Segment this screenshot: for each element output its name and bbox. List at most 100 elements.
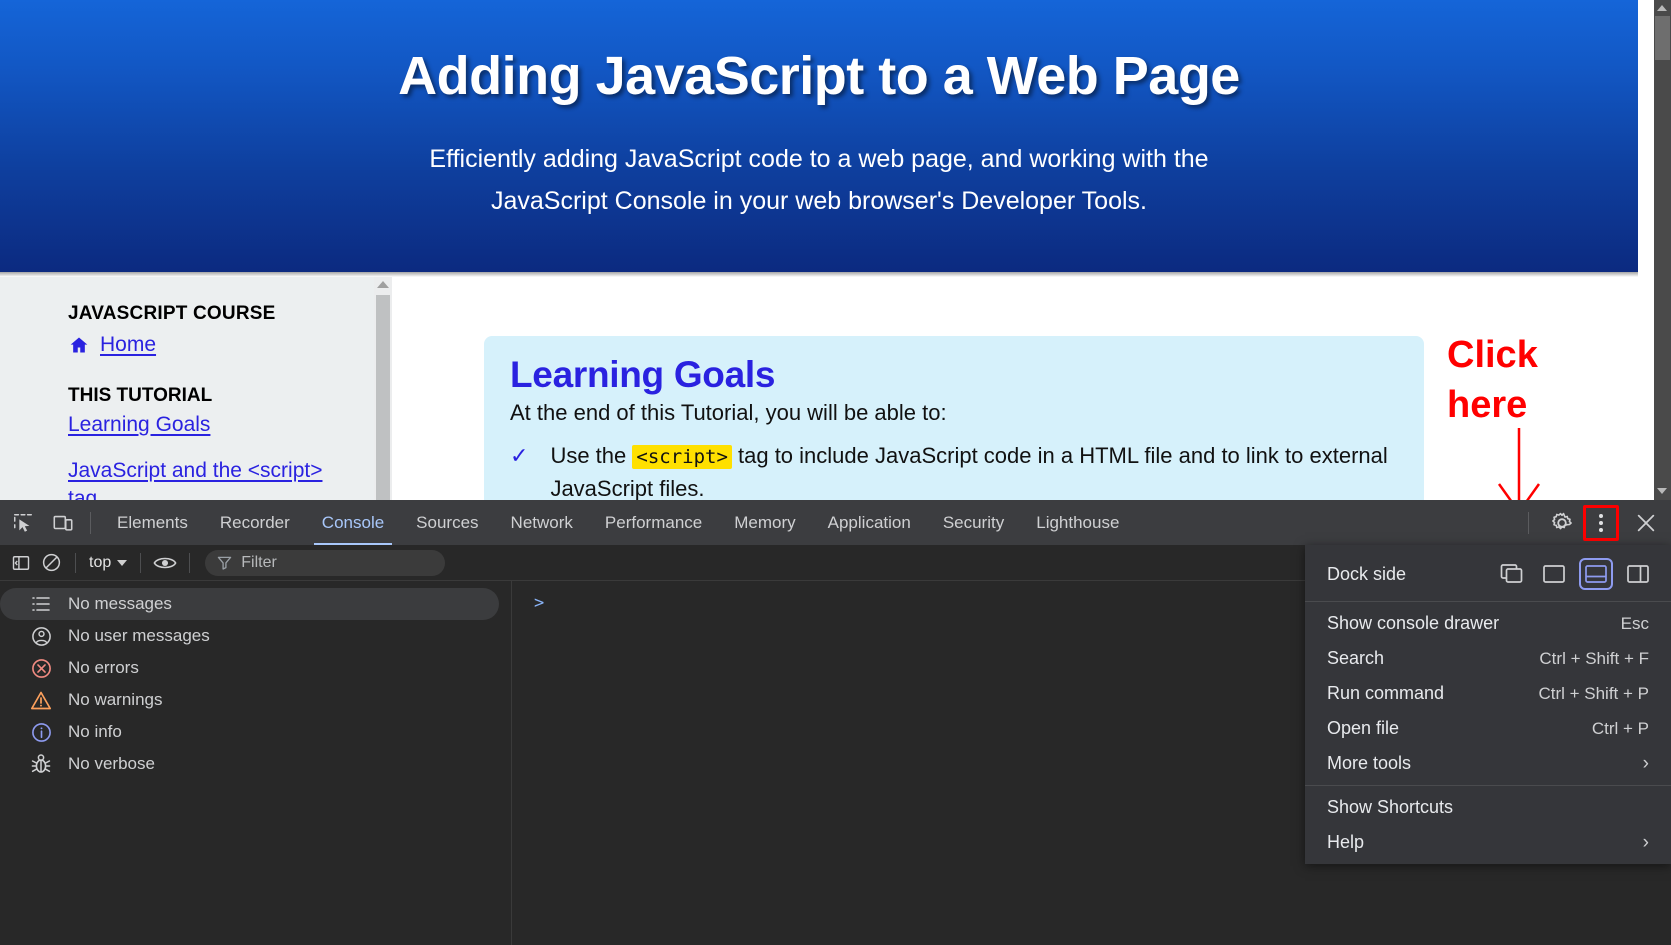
close-devtools-icon[interactable] <box>1629 508 1663 538</box>
console-sidebar-toggle-icon[interactable] <box>6 549 36 577</box>
menu-item-help[interactable]: Help › <box>1305 825 1671 860</box>
console-filter-no-info[interactable]: No info <box>0 716 499 748</box>
live-expression-eye-icon[interactable] <box>150 549 180 577</box>
console-filter-no-verbose[interactable]: No verbose <box>0 748 499 780</box>
console-filter-no-messages[interactable]: No messages <box>0 588 499 620</box>
goal-text-before: Use the <box>550 443 633 468</box>
sidebar-tutorial-heading: THIS TUTORIAL <box>68 385 213 406</box>
console-filter-label: No verbose <box>68 754 155 773</box>
dock-side-label: Dock side <box>1327 563 1407 584</box>
more-options-icon[interactable] <box>1586 508 1616 538</box>
learning-goals-title: Learning Goals <box>510 354 776 395</box>
menu-item-shortcut: Ctrl + Shift + P <box>1538 683 1649 703</box>
menu-item-label: Show Shortcuts <box>1327 797 1454 817</box>
page-subtitle-line-2: JavaScript Console in your web browser's… <box>490 187 1147 215</box>
console-toolbar-divider <box>189 552 191 573</box>
tab-security[interactable]: Security <box>927 500 1020 545</box>
menu-item-more-tools[interactable]: More tools › <box>1305 746 1671 781</box>
tab-label: Console <box>321 512 385 532</box>
menu-item-shortcut: Ctrl + P <box>1591 718 1649 738</box>
devtools-more-options-menu: Dock side Show console drawer Esc Search… <box>1305 545 1671 864</box>
tab-label: Recorder <box>219 512 290 532</box>
filter-placeholder-text: Filter <box>241 553 277 571</box>
warning-triangle-icon <box>30 689 52 711</box>
sidebar-home-label: Home <box>100 333 157 356</box>
sidebar-link-label: Learning Goals <box>68 413 211 436</box>
tab-console[interactable]: Console <box>306 500 400 545</box>
menu-item-show-shortcuts[interactable]: Show Shortcuts <box>1305 790 1671 825</box>
info-circle-icon <box>30 721 52 743</box>
chevron-right-icon: › <box>1642 831 1649 853</box>
tab-sources[interactable]: Sources <box>400 500 494 545</box>
dock-to-right-icon[interactable] <box>1623 560 1653 588</box>
scroll-up-arrow-icon[interactable] <box>377 281 389 288</box>
menu-item-show-console-drawer[interactable]: Show console drawer Esc <box>1305 606 1671 641</box>
actions-divider <box>1528 511 1529 534</box>
dock-side-options <box>1497 558 1653 590</box>
settings-gear-icon[interactable] <box>1545 508 1579 538</box>
tab-memory[interactable]: Memory <box>718 500 811 545</box>
screenshot-root: Adding JavaScript to a Web Page Efficien… <box>0 0 1671 945</box>
annotation-line-1: Click <box>1447 334 1538 376</box>
tab-application[interactable]: Application <box>812 500 927 545</box>
sidebar-item-learning-goals[interactable]: Learning Goals <box>68 411 348 439</box>
page-hero-banner: Adding JavaScript to a Web Page Efficien… <box>0 0 1638 272</box>
error-circle-icon <box>30 657 52 679</box>
bug-icon <box>30 753 52 775</box>
menu-item-label: Show console drawer <box>1327 613 1500 633</box>
tab-label: Lighthouse <box>1036 512 1120 532</box>
inspect-element-icon[interactable] <box>6 508 40 538</box>
script-tag-code: <script> <box>632 445 732 469</box>
check-mark-icon: ✓ <box>510 443 529 468</box>
menu-item-open-file[interactable]: Open file Ctrl + P <box>1305 711 1671 746</box>
browser-scrollbar-thumb[interactable] <box>1655 16 1670 60</box>
menu-item-shortcut: Ctrl + Shift + F <box>1539 648 1649 668</box>
tab-label: Sources <box>416 512 479 532</box>
console-sidebar: No messages No user messages No errors N… <box>0 581 512 945</box>
console-filter-no-user-messages[interactable]: No user messages <box>0 620 499 652</box>
menu-item-search[interactable]: Search Ctrl + Shift + F <box>1305 641 1671 676</box>
page-title: Adding JavaScript to a Web Page <box>398 46 1240 106</box>
sidebar-item-home[interactable]: Home <box>68 331 348 359</box>
browser-scroll-down-icon[interactable] <box>1657 488 1667 494</box>
dock-to-bottom-icon[interactable] <box>1579 558 1613 590</box>
filter-funnel-icon <box>218 556 232 570</box>
menu-divider <box>1305 785 1671 786</box>
page-subtitle: Efficiently adding JavaScript code to a … <box>0 138 1638 222</box>
menu-divider <box>1305 601 1671 602</box>
devtools-tabbar: Elements Recorder Console Sources Networ… <box>0 500 1671 545</box>
chevron-down-icon <box>117 559 128 566</box>
devtools-tabbar-actions <box>1518 500 1671 545</box>
context-selector[interactable]: top <box>85 554 131 572</box>
menu-item-label: More tools <box>1327 753 1412 773</box>
dock-to-left-icon[interactable] <box>1539 560 1569 588</box>
learning-goal-text: Use the <script> tag to include JavaScri… <box>550 440 1398 505</box>
tab-recorder[interactable]: Recorder <box>204 500 306 545</box>
tab-elements[interactable]: Elements <box>101 500 204 545</box>
menu-item-label: Help <box>1327 832 1365 852</box>
scrollbar-thumb[interactable] <box>376 295 390 501</box>
console-filter-no-errors[interactable]: No errors <box>0 652 499 684</box>
tab-network[interactable]: Network <box>495 500 589 545</box>
tab-lighthouse[interactable]: Lighthouse <box>1020 500 1135 545</box>
undock-into-separate-window-icon[interactable] <box>1497 560 1527 588</box>
menu-item-label: Search <box>1327 648 1385 668</box>
annotation-line-2: here <box>1447 384 1528 426</box>
home-icon <box>70 337 88 353</box>
browser-scroll-up-icon[interactable] <box>1657 5 1667 11</box>
learning-goals-intro: At the end of this Tutorial, you will be… <box>510 400 947 425</box>
clear-console-icon[interactable] <box>36 549 66 577</box>
list-icon <box>30 593 52 615</box>
tab-performance[interactable]: Performance <box>589 500 718 545</box>
device-toolbar-icon[interactable] <box>46 508 80 538</box>
console-filter-label: No info <box>68 722 122 741</box>
filter-input[interactable]: Filter <box>205 549 446 576</box>
user-icon <box>30 625 52 647</box>
page-subtitle-line-1: Efficiently adding JavaScript code to a … <box>429 145 1209 173</box>
tab-label: Security <box>942 512 1005 532</box>
console-filter-no-warnings[interactable]: No warnings <box>0 684 499 716</box>
console-filter-label: No user messages <box>68 626 210 645</box>
menu-item-run-command[interactable]: Run command Ctrl + Shift + P <box>1305 676 1671 711</box>
tab-label: Network <box>510 512 573 532</box>
console-filter-label: No messages <box>68 594 172 613</box>
